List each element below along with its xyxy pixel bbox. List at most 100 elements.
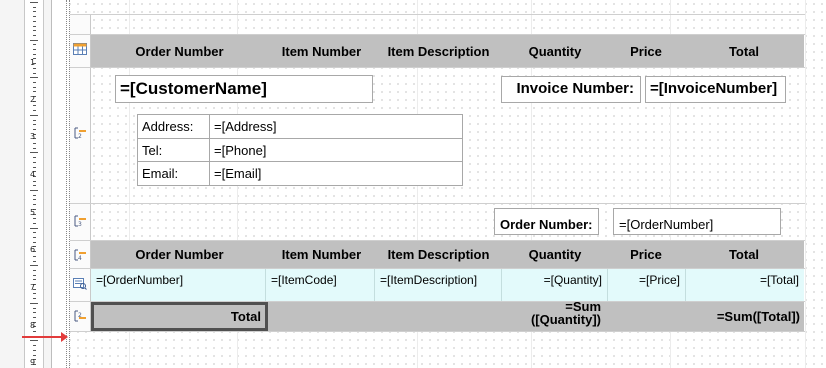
- detail-total[interactable]: =[Total]: [686, 269, 804, 301]
- ruler-tick: [33, 269, 36, 271]
- header-order-number[interactable]: Order Number: [91, 35, 268, 67]
- ruler-number: 3: [30, 132, 36, 141]
- ruler-tick: [33, 30, 36, 32]
- ruler-tick: [30, 190, 38, 191]
- ruler-tick: [33, 44, 36, 46]
- footer-sum-total[interactable]: =Sum([Total]): [684, 302, 804, 331]
- footer-sum-quantity-line2: ([Quantity]): [530, 312, 601, 327]
- grid-line: [805, 0, 806, 368]
- order-number-field[interactable]: =[OrderNumber]: [613, 208, 781, 235]
- header-quantity[interactable]: Quantity: [502, 35, 608, 67]
- ruler-tick: [33, 331, 36, 332]
- table-header-band[interactable]: Order Number Item Number Item Descriptio…: [91, 35, 804, 67]
- svg-text:3: 3: [78, 221, 82, 227]
- ruler-number: 9: [30, 358, 36, 367]
- group-header-3-icon[interactable]: 4: [73, 249, 87, 261]
- detail-order-number[interactable]: =[OrderNumber]: [91, 269, 266, 301]
- detail-price[interactable]: =[Price]: [608, 269, 686, 301]
- ruler-number: 6: [30, 245, 36, 254]
- detail-icon[interactable]: [73, 278, 87, 290]
- group-header-3-band[interactable]: Order Number Item Number Item Descriptio…: [91, 241, 804, 268]
- ruler-tick: [30, 114, 38, 116]
- detail-item-code[interactable]: =[ItemCode]: [266, 269, 375, 301]
- group-header-2-icon[interactable]: 3: [73, 215, 87, 227]
- address-field[interactable]: =[Address]: [209, 114, 463, 139]
- ruler-tick: [33, 49, 36, 50]
- ruler-tick: [33, 81, 36, 83]
- header-item-description[interactable]: Item Description: [375, 35, 502, 67]
- ruler-tick: [33, 53, 36, 55]
- ruler-number: 5: [30, 208, 36, 217]
- detail-band[interactable]: =[OrderNumber] =[ItemCode] =[ItemDescrip…: [91, 269, 804, 301]
- ruler-tick: [33, 161, 36, 163]
- ruler-tick: [33, 345, 36, 347]
- ruler-tick: [33, 316, 36, 318]
- table-header-icon[interactable]: [73, 43, 87, 55]
- group-footer-band[interactable]: Total =Sum ([Quantity]) =Sum([Total]): [91, 302, 804, 331]
- ruler-tick: [33, 105, 36, 107]
- ruler-tick: [33, 11, 36, 13]
- email-label[interactable]: Email:: [137, 161, 210, 186]
- ruler-tick: [33, 222, 36, 224]
- group-header-price[interactable]: Price: [608, 241, 684, 268]
- ruler-tick: [30, 2, 38, 3]
- ruler-number: 2: [30, 95, 36, 104]
- email-field[interactable]: =[Email]: [209, 161, 463, 186]
- group-header-item-description[interactable]: Item Description: [375, 241, 502, 268]
- ruler-tick: [33, 86, 36, 88]
- svg-text:4: 4: [78, 255, 82, 261]
- vertical-ruler: 1 2 3 4 5 6 7 8 9: [0, 0, 52, 368]
- header-price[interactable]: Price: [608, 35, 684, 67]
- ruler-tick: [33, 232, 36, 234]
- ruler-tick: [33, 194, 36, 196]
- detail-item-description[interactable]: =[ItemDescription]: [375, 269, 502, 301]
- ruler-tick: [33, 72, 36, 74]
- svg-text:2: 2: [78, 133, 82, 139]
- order-number-label[interactable]: Order Number:: [494, 208, 599, 235]
- footer-total-label[interactable]: Total: [91, 302, 268, 331]
- header-total[interactable]: Total: [684, 35, 804, 67]
- ruler-tick: [30, 302, 38, 304]
- ruler-tick: [30, 77, 38, 79]
- ruler-tick: [33, 349, 36, 351]
- tel-label[interactable]: Tel:: [137, 138, 210, 162]
- ruler-tick: [33, 255, 36, 257]
- ruler-tick: [33, 157, 36, 159]
- ruler-tick: [33, 279, 36, 281]
- ruler-number: 1: [30, 58, 36, 67]
- customer-name-field[interactable]: =[CustomerName]: [115, 75, 373, 103]
- ruler-tick: [33, 199, 36, 201]
- group-header-total[interactable]: Total: [684, 241, 804, 268]
- ruler-tick: [33, 180, 36, 182]
- invoice-number-label[interactable]: Invoice Number:: [501, 76, 641, 103]
- group-footer-icon[interactable]: 2: [73, 310, 87, 322]
- phone-field[interactable]: =[Phone]: [209, 138, 463, 162]
- ruler-tick: [33, 166, 36, 168]
- band-separator: [70, 331, 805, 332]
- ruler-tick: [33, 25, 36, 27]
- ruler-tick: [33, 293, 36, 295]
- band-separator: [70, 14, 805, 15]
- ruler-tick: [33, 119, 36, 121]
- address-label[interactable]: Address:: [137, 114, 210, 139]
- ruler-tick: [33, 307, 36, 309]
- footer-sum-quantity[interactable]: =Sum ([Quantity]): [502, 302, 608, 331]
- invoice-number-field[interactable]: =[InvoiceNumber]: [645, 76, 786, 103]
- ruler-tick: [33, 34, 36, 36]
- ruler-tick: [30, 39, 38, 41]
- left-margin-guide: [66, 0, 67, 368]
- ruler-tick: [33, 260, 36, 262]
- ruler-tick: [33, 91, 36, 93]
- group-header-quantity[interactable]: Quantity: [502, 241, 608, 268]
- group-header-item-number[interactable]: Item Number: [268, 241, 375, 268]
- header-item-number[interactable]: Item Number: [268, 35, 375, 67]
- ruler-tick: [33, 124, 36, 126]
- detail-quantity[interactable]: =[Quantity]: [502, 269, 608, 301]
- ruler-tick: [33, 143, 36, 144]
- ruler-tick: [30, 152, 38, 154]
- ruler-tick: [33, 241, 36, 243]
- group-header-1-icon[interactable]: 2: [73, 127, 87, 139]
- ruler-tick: [33, 147, 36, 149]
- group-header-order-number[interactable]: Order Number: [91, 241, 268, 268]
- band-separator: [70, 67, 805, 68]
